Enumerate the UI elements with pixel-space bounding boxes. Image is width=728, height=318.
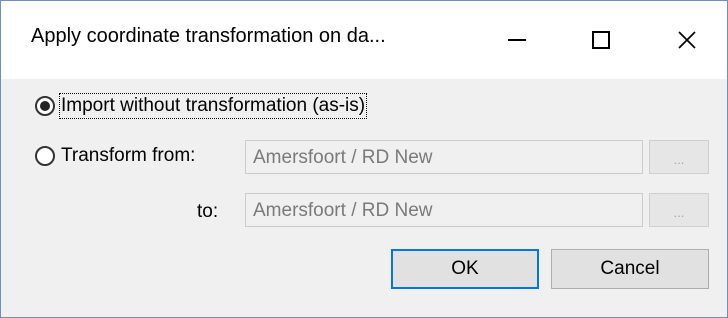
dialog-window: Apply coordinate transformation on da...…: [0, 0, 728, 318]
maximize-icon: [592, 31, 610, 49]
import-as-is-label: Import without transformation (as-is): [58, 93, 368, 119]
radio-selected-dot: [40, 101, 50, 111]
import-as-is-option[interactable]: Import without transformation (as-is): [35, 93, 368, 119]
to-label: to:: [197, 201, 219, 222]
close-button[interactable]: [653, 1, 721, 79]
minimize-icon: [508, 39, 526, 41]
minimize-button[interactable]: [483, 1, 551, 79]
cancel-button[interactable]: Cancel: [551, 249, 709, 289]
to-crs-field[interactable]: Amersfoort / RD New: [245, 193, 643, 227]
ok-button[interactable]: OK: [391, 249, 539, 289]
maximize-button[interactable]: [567, 1, 635, 79]
from-crs-field[interactable]: Amersfoort / RD New: [245, 140, 643, 174]
to-browse-button[interactable]: ...: [649, 193, 709, 227]
import-as-is-radio[interactable]: [35, 96, 55, 116]
transform-label: Transform from:: [61, 145, 196, 166]
close-icon: [678, 31, 696, 49]
from-browse-button[interactable]: ...: [649, 140, 709, 174]
title-bar[interactable]: Apply coordinate transformation on da...: [1, 1, 727, 79]
transform-option[interactable]: Transform from:: [35, 145, 195, 167]
transform-radio[interactable]: [35, 146, 55, 166]
window-title: Apply coordinate transformation on da...: [31, 25, 386, 47]
